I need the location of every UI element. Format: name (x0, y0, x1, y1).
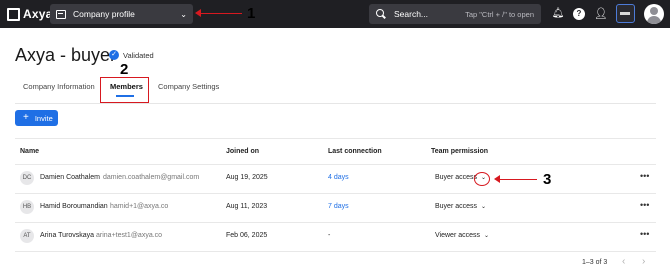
tab-company-settings[interactable]: Company Settings (158, 82, 219, 91)
tab-company-information[interactable]: Company Information (23, 82, 95, 91)
member-initials-avatar: HB (20, 200, 34, 214)
member-initials-avatar: AT (20, 229, 34, 243)
team-permission-value: Buyer access (435, 203, 478, 210)
member-name: Damien Coathalem (40, 174, 100, 181)
pagination-range: 1–3 of 3 (582, 259, 608, 266)
table-row: AT Arina Turovskaya arina+test1@axya.co … (15, 223, 656, 252)
member-initials-avatar: DC (20, 171, 34, 185)
invite-button[interactable]: + Invite (15, 110, 58, 126)
tab-members[interactable]: Members (110, 82, 143, 91)
annotation-arrow-line (200, 12, 242, 14)
add-user-icon[interactable]: 👤︎ (594, 7, 608, 21)
more-options-icon[interactable]: ••• (640, 229, 649, 239)
building-icon (56, 9, 66, 19)
validated-label: Validated (123, 50, 154, 60)
chevron-down-icon: ⌄ (484, 233, 490, 239)
search-shortcut-hint: Tap "Ctrl + /" to open (465, 9, 534, 19)
user-avatar[interactable] (644, 4, 664, 24)
invite-label: Invite (34, 113, 53, 123)
bell-icon[interactable]: 🔔︎ (551, 7, 565, 21)
column-header-joined: Joined on (226, 148, 260, 155)
plus-icon: + (23, 112, 29, 123)
top-bar: Axya Company profile ⌄ Search... Tap "Ct… (0, 0, 670, 28)
annotation-number-1: 1 (247, 5, 256, 22)
chevron-left-icon[interactable]: ‹ (622, 256, 625, 267)
row-divider (15, 251, 656, 252)
team-permission-select[interactable]: Viewer access ⌄ (435, 232, 489, 239)
annotation-number-2: 2 (120, 61, 129, 78)
tabs-divider (15, 103, 656, 104)
tab-active-indicator (116, 95, 134, 97)
chevron-down-icon: ⌄ (180, 9, 187, 19)
chevron-down-icon: ⌄ (481, 204, 487, 210)
member-email: damien.coathalem@gmail.com (103, 174, 200, 181)
more-options-icon[interactable]: ••• (640, 171, 649, 181)
member-joined-date: Feb 06, 2025 (226, 232, 268, 239)
member-joined-date: Aug 11, 2023 (226, 203, 268, 210)
page-title: Axya - buyer (15, 45, 117, 65)
table-row: DC Damien Coathalem damien.coathalem@gma… (15, 165, 656, 194)
annotation-circle (474, 172, 490, 186)
member-last-connection[interactable]: 4 days (328, 174, 349, 181)
member-last-connection: - (328, 232, 331, 239)
team-permission-value: Viewer access (435, 232, 481, 239)
member-joined-date: Aug 19, 2025 (226, 174, 268, 181)
search-placeholder: Search... (394, 9, 429, 19)
table-row: HB Hamid Boroumandian hamid+1@axya.co Au… (15, 194, 656, 223)
team-permission-select[interactable]: Buyer access ⌄ (435, 203, 486, 210)
validated-badge: ✓ Validated (109, 50, 154, 60)
search-input[interactable]: Search... Tap "Ctrl + /" to open (369, 4, 541, 24)
column-header-team-permission: Team permission (431, 148, 489, 155)
column-header-last-connection: Last connection (328, 148, 382, 155)
column-header-name: Name (20, 148, 40, 155)
member-last-connection[interactable]: 7 days (328, 203, 349, 210)
app-logo[interactable]: Axya (7, 7, 53, 21)
member-name: Arina Turovskaya (40, 232, 95, 239)
annotation-number-3: 3 (543, 171, 552, 188)
member-email: arina+test1@axya.co (96, 232, 163, 239)
company-profile-select[interactable]: Company profile ⌄ (50, 4, 193, 24)
company-badge[interactable] (616, 4, 635, 23)
help-icon[interactable]: ? (573, 8, 585, 20)
logo-mark-icon (7, 7, 20, 21)
search-icon (376, 9, 386, 19)
annotation-arrow-line (499, 178, 537, 180)
chevron-right-icon[interactable]: › (642, 256, 645, 267)
member-email: hamid+1@axya.co (110, 203, 169, 210)
more-options-icon[interactable]: ••• (640, 200, 649, 210)
member-name: Hamid Boroumandian (40, 203, 108, 210)
check-circle-icon: ✓ (109, 50, 119, 60)
table-top-divider (15, 138, 656, 139)
team-permission-value: Buyer access (435, 174, 478, 181)
logo-text: Axya (23, 7, 53, 21)
company-profile-label: Company profile (73, 9, 135, 19)
